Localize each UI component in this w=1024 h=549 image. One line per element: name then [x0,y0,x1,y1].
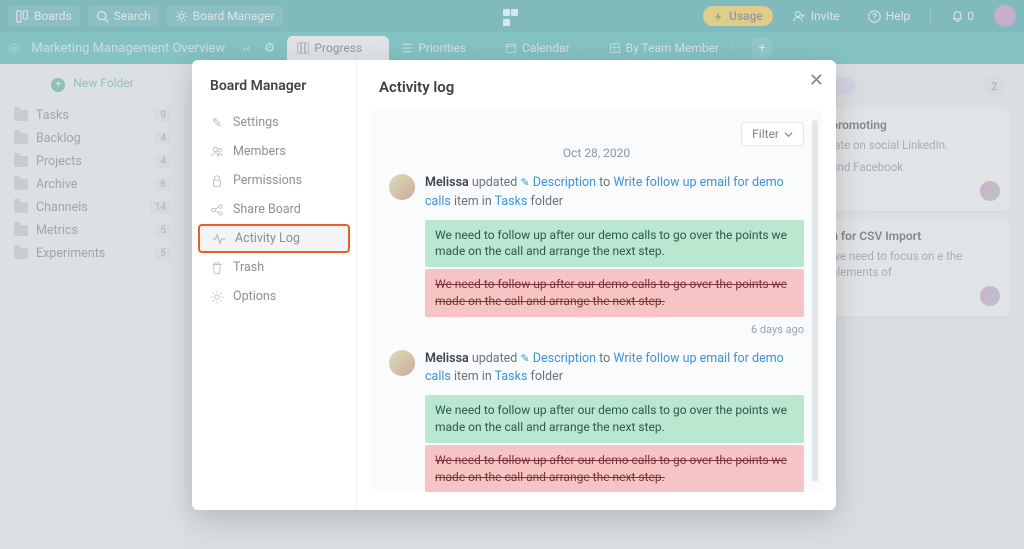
diff-removed: We need to follow up after our demo call… [425,269,804,317]
log-text: Melissa updated ✎ Description to Write f… [425,174,804,212]
close-button[interactable]: ✕ [809,70,824,91]
nav-options[interactable]: Options [192,282,356,311]
diff-added: We need to follow up after our demo call… [425,220,804,268]
date-separator: Oct 28, 2020 [389,146,804,160]
filter-button[interactable]: Filter [741,122,804,146]
activity-log-panel: Filter Oct 28, 2020 Melissa updated ✎ De… [371,110,822,492]
trash-icon [210,261,224,275]
pencil-icon: ✎ [520,352,529,365]
modal-main: Activity log Filter Oct 28, 2020 Melissa… [357,60,836,510]
field-link[interactable]: Description [533,351,596,366]
nav-share[interactable]: Share Board [192,195,356,224]
log-entry: Melissa updated ✎ Description to Write f… [389,350,804,492]
nav-members[interactable]: Members [192,137,356,166]
chevron-down-icon [784,130,793,139]
diff-block: We need to follow up after our demo call… [425,220,804,317]
log-entry: Melissa updated ✎ Description to Write f… [389,174,804,336]
pencil-icon: ✎ [210,116,224,130]
folder-link[interactable]: Tasks [495,369,528,384]
board-manager-modal: ✕ Board Manager ✎Settings Members Permis… [192,60,836,510]
user-avatar [389,174,415,200]
user-avatar [389,350,415,376]
nav-trash[interactable]: Trash [192,253,356,282]
pencil-icon: ✎ [520,176,529,189]
modal-title: Board Manager [192,78,356,108]
folder-link[interactable]: Tasks [495,194,528,209]
modal-sidebar: Board Manager ✎Settings Members Permissi… [192,60,357,510]
panel-title: Activity log [357,78,836,110]
members-icon [210,145,224,159]
nav-permissions[interactable]: Permissions [192,166,356,195]
lock-icon [210,174,224,188]
log-text: Melissa updated ✎ Description to Write f… [425,350,804,388]
nav-activity-log[interactable]: Activity Log [198,224,350,253]
diff-removed: We need to follow up after our demo call… [425,445,804,492]
activity-icon [212,232,226,246]
options-icon [210,290,224,304]
nav-settings[interactable]: ✎Settings [192,108,356,137]
share-icon [210,203,224,217]
log-timestamp: 6 days ago [425,323,804,336]
diff-block: We need to follow up after our demo call… [425,395,804,492]
field-link[interactable]: Description [533,175,596,190]
diff-added: We need to follow up after our demo call… [425,395,804,443]
